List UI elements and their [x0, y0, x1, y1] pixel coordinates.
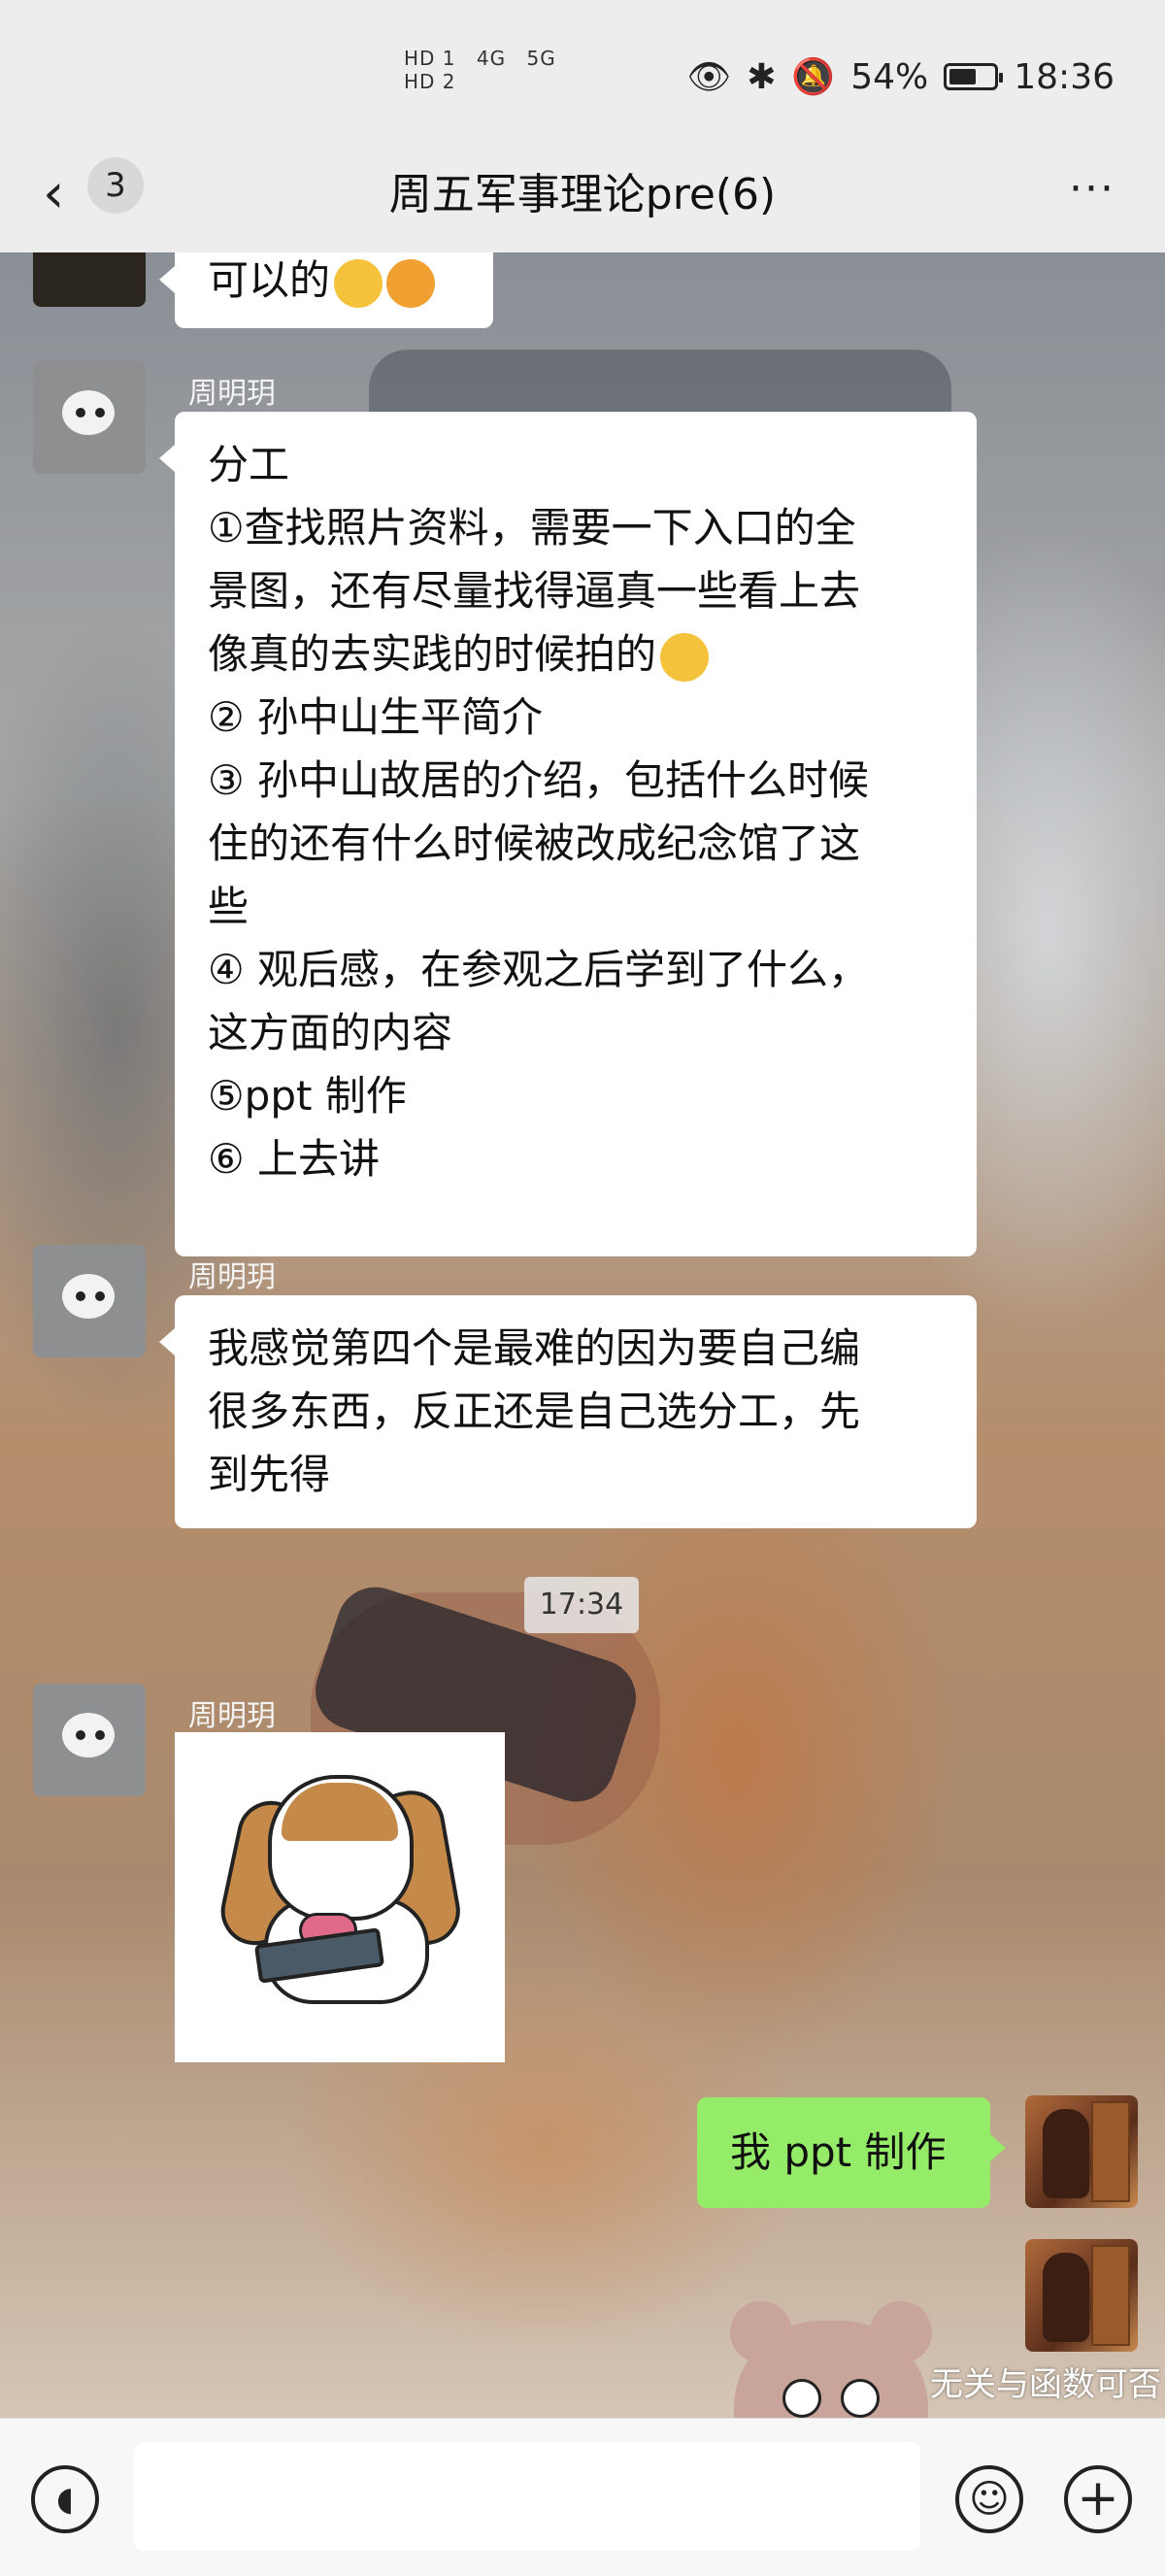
chat-messages[interactable]: 可以的 周明玥 分工 ①查找照片资料，需要一下入口的全 景图，还有尽量找得逼真一…	[0, 252, 1165, 2418]
message-bubble-1[interactable]: 分工 ①查找照片资料，需要一下入口的全 景图，还有尽量找得逼真一些看上去 像真的…	[159, 412, 977, 1256]
avatar-zhou[interactable]	[33, 1245, 146, 1357]
message-1-line: 这方面的内容	[208, 1009, 453, 1056]
battery-percent: 54%	[850, 56, 929, 97]
sender-name: 周明玥	[188, 377, 276, 411]
status-right: 👁 ✱ 🔕 54% 18:36	[686, 56, 1115, 98]
avatar-zhou[interactable]	[33, 1684, 146, 1796]
plus-icon[interactable]: +	[1064, 2465, 1132, 2533]
voice-icon[interactable]: ◖	[31, 2465, 99, 2533]
avatar-top-partial[interactable]	[33, 252, 146, 307]
sim1-label: HD 1	[404, 47, 456, 70]
5g-label: 5G	[526, 47, 556, 70]
message-1-line: ①查找照片资料，需要一下入口的全	[208, 504, 856, 552]
message-bubble-2[interactable]: 我感觉第四个是最难的因为要自己编 很多东西，反正还是自己选分工，先 到先得	[159, 1295, 977, 1528]
message-bubble-5[interactable]: 我 ppt 制作	[697, 2097, 1006, 2208]
message-1-line: 景图，还有尽量找得逼真一些看上去	[208, 567, 861, 615]
shush-emoji-icon	[386, 258, 436, 308]
message-1-line: ④ 观后感，在参观之后学到了什么，	[208, 946, 870, 993]
input-bar: ◖ ☺ +	[0, 2418, 1165, 2576]
message-1-line: ⑤ppt 制作	[208, 1072, 407, 1120]
sender-name: 周明玥	[188, 1260, 276, 1294]
avatar-zhou[interactable]	[33, 361, 146, 474]
avatar-me-partial[interactable]	[1025, 2239, 1138, 2352]
message-1-line: ③ 孙中山故居的介绍，包括什么时候	[208, 756, 870, 804]
ok-hand-emoji-icon	[334, 258, 383, 308]
bluetooth-icon: ✱	[747, 56, 777, 97]
laugh-cry-emoji-icon	[660, 632, 710, 682]
chat-header: ‹ 3 周五军事理论pre(6) ···	[0, 136, 1165, 252]
timestamp-chip: 17:34	[524, 1577, 639, 1633]
sim2-label: HD 2	[404, 70, 456, 93]
dog-phone-sticker[interactable]	[175, 1732, 505, 2062]
message-2-line: 我感觉第四个是最难的因为要自己编	[208, 1324, 861, 1372]
emoji-icon[interactable]: ☺	[955, 2465, 1023, 2533]
message-2-line: 很多东西，反正还是自己选分工，先	[208, 1388, 861, 1435]
message-1-line: ② 孙中山生平简介	[208, 693, 544, 741]
message-1-line: 像真的去实践的时候拍的	[208, 630, 657, 678]
eye-icon: 👁	[686, 57, 732, 97]
4g-label: 4G	[476, 47, 507, 70]
bear-decoration	[730, 2301, 932, 2418]
network-indicators: HD 1 4G 5G HD 2	[404, 47, 570, 93]
message-bubble-0[interactable]: 可以的	[159, 252, 493, 328]
message-1-line: ⑥ 上去讲	[208, 1135, 381, 1183]
message-2-line: 到先得	[208, 1451, 331, 1498]
mute-icon: 🔕	[791, 57, 836, 97]
message-1-line: 些	[208, 883, 250, 930]
battery-icon	[944, 63, 1004, 90]
wallpaper-watermark: 无关与函数可否	[930, 2365, 1161, 2404]
sender-name: 周明玥	[188, 1699, 276, 1733]
more-options-icon[interactable]: ···	[1058, 155, 1126, 223]
status-bar: HD 1 4G 5G HD 2 👁 ✱ 🔕 54% 18:36	[0, 0, 1165, 155]
message-1-line: 分工	[208, 441, 290, 488]
message-1-line: 住的还有什么时候被改成纪念馆了这	[208, 820, 861, 867]
message-5-text: 我 ppt 制作	[730, 2128, 947, 2176]
chat-title: 周五军事理论pre(6)	[388, 170, 777, 219]
message-0-text: 可以的	[208, 256, 331, 304]
clock: 18:36	[1014, 56, 1115, 97]
avatar-me[interactable]	[1025, 2095, 1138, 2208]
message-input[interactable]	[134, 2442, 920, 2551]
